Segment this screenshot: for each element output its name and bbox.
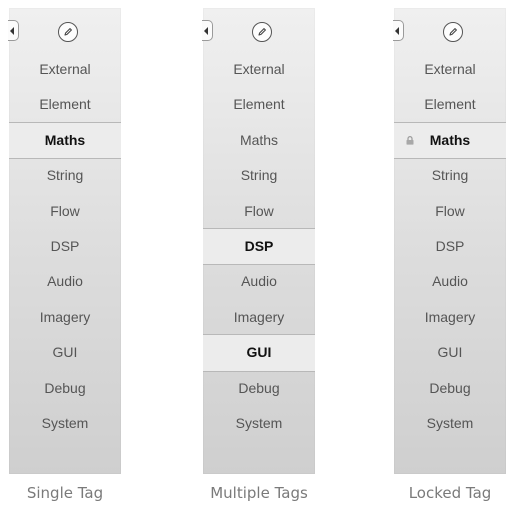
tag-label: DSP <box>50 237 80 254</box>
tag-item[interactable]: Imagery <box>203 300 315 335</box>
tag-label: String <box>240 167 278 184</box>
tag-list: External Element Maths String Flow DSP A… <box>203 52 315 441</box>
tag-item-selected[interactable]: DSP <box>203 227 315 266</box>
tag-item[interactable]: Element <box>394 87 506 122</box>
tag-label: Audio <box>241 273 277 290</box>
pencil-icon[interactable] <box>443 22 463 42</box>
tag-item[interactable]: Audio <box>394 264 506 299</box>
pencil-icon[interactable] <box>58 22 78 42</box>
tag-item[interactable]: String <box>9 158 121 193</box>
tag-item[interactable]: System <box>394 406 506 441</box>
tag-label: Flow <box>50 202 80 219</box>
tag-item[interactable]: Flow <box>394 194 506 229</box>
tag-label: Maths <box>44 131 86 148</box>
tag-item-locked[interactable]: Maths <box>394 121 506 160</box>
tag-label: System <box>426 414 474 431</box>
tag-item[interactable]: System <box>9 406 121 441</box>
tag-label: Debug <box>429 379 471 396</box>
tag-item[interactable]: External <box>394 52 506 87</box>
tag-label: GUI <box>52 344 78 361</box>
tag-item[interactable]: Imagery <box>394 300 506 335</box>
tag-item[interactable]: Flow <box>203 194 315 229</box>
tag-item[interactable]: String <box>394 158 506 193</box>
tag-item[interactable]: External <box>203 52 315 87</box>
tag-label: Flow <box>435 202 465 219</box>
tag-item[interactable]: Flow <box>9 194 121 229</box>
tag-item[interactable]: Element <box>9 87 121 122</box>
tag-label: DSP <box>435 237 465 254</box>
chevron-left-icon[interactable] <box>202 20 213 41</box>
tag-panel-locked: External Element Maths String Flow DSP A… <box>393 8 506 474</box>
panel-caption: Locked Tag <box>408 484 492 502</box>
panel-toolbar <box>8 8 121 52</box>
tag-item[interactable]: Debug <box>9 371 121 406</box>
tag-item[interactable]: Debug <box>394 371 506 406</box>
tag-label: Element <box>39 96 91 113</box>
tag-label: System <box>235 414 283 431</box>
tag-label: DSP <box>244 237 274 254</box>
tag-label: Imagery <box>424 308 476 325</box>
lock-icon <box>406 135 414 145</box>
tag-item[interactable]: DSP <box>9 229 121 264</box>
tag-label: GUI <box>437 344 463 361</box>
tag-label: Maths <box>429 131 471 148</box>
tag-item[interactable]: Audio <box>9 264 121 299</box>
tag-label: Debug <box>238 379 280 396</box>
tag-item[interactable]: GUI <box>394 335 506 370</box>
tag-label: String <box>431 167 469 184</box>
tag-label: GUI <box>246 344 272 361</box>
tag-item-selected[interactable]: Maths <box>9 121 121 160</box>
tag-item[interactable]: System <box>203 406 315 441</box>
tag-item[interactable]: Debug <box>203 371 315 406</box>
tag-label: External <box>424 61 476 77</box>
tag-label: Audio <box>47 273 83 290</box>
tag-item-selected[interactable]: GUI <box>203 334 315 372</box>
panel-toolbar <box>393 8 506 52</box>
tag-label: Maths <box>239 131 279 148</box>
tag-label: Imagery <box>39 308 91 325</box>
pencil-icon[interactable] <box>252 22 272 42</box>
panel-toolbar <box>202 8 315 52</box>
tag-item[interactable]: Audio <box>203 264 315 299</box>
tag-label: Element <box>424 96 476 113</box>
tag-label: Audio <box>432 273 468 290</box>
chevron-left-icon[interactable] <box>393 20 404 41</box>
tag-label: String <box>46 167 84 184</box>
tag-list: External Element Maths String Flow DSP A… <box>9 52 121 441</box>
tag-label: Debug <box>44 379 86 396</box>
tag-item[interactable]: GUI <box>9 335 121 370</box>
tag-label: Imagery <box>233 308 285 325</box>
panel-caption: Single Tag <box>26 484 104 502</box>
tag-panel-multiple: External Element Maths String Flow DSP A… <box>202 8 315 474</box>
tag-label: External <box>233 61 285 77</box>
tag-item[interactable]: Maths <box>203 123 315 158</box>
tag-label: System <box>41 414 89 431</box>
chevron-left-icon[interactable] <box>8 20 19 41</box>
tag-item[interactable]: Element <box>203 87 315 122</box>
tag-label: Element <box>233 96 285 113</box>
tag-item[interactable]: String <box>203 158 315 193</box>
tag-list: External Element Maths String Flow DSP A… <box>394 52 506 441</box>
tag-item[interactable]: External <box>9 52 121 87</box>
panel-caption: Multiple Tags <box>210 484 308 502</box>
tag-item[interactable]: Imagery <box>9 300 121 335</box>
tag-item[interactable]: DSP <box>394 229 506 264</box>
tag-panel-single: External Element Maths String Flow DSP A… <box>8 8 121 474</box>
tag-label: Flow <box>244 202 274 219</box>
tag-label: External <box>39 61 91 77</box>
